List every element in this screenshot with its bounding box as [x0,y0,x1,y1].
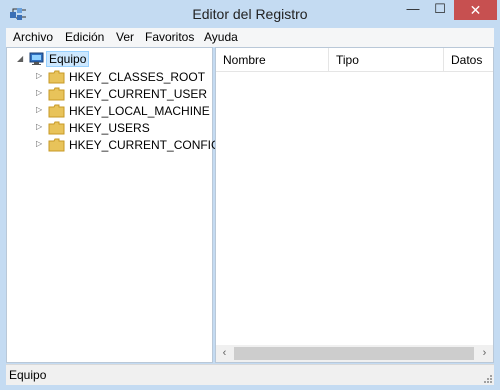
expand-arrow-icon[interactable]: ▷ [36,71,44,81]
folder-icon [48,138,65,152]
folder-icon [48,104,65,118]
column-header-nombre[interactable]: Nombre [216,48,329,72]
expand-arrow-icon[interactable]: ▷ [36,88,44,98]
menu-bar: Archivo Edición Ver Favoritos Ayuda [6,28,494,47]
tree-node-hklm[interactable]: ▷ HKEY_LOCAL_MACHINE [7,102,210,119]
status-path: Equipo [9,368,47,382]
collapse-arrow-icon[interactable]: ◢ [17,54,25,64]
computer-icon [29,52,44,65]
folder-icon [48,87,65,101]
tree-node-label[interactable]: HKEY_CLASSES_ROOT [69,70,205,84]
registry-tree-pane[interactable]: ◢ Equipo ▷ HKEY_CLASSES_ROOT ▷ HKEY_CURR… [6,47,220,363]
tree-node-hkcc[interactable]: ▷ HKEY_CURRENT_CONFIG [7,136,220,153]
column-header-tipo[interactable]: Tipo [329,48,444,72]
horizontal-scrollbar[interactable]: ‹ › [216,345,493,362]
tree-node-label[interactable]: HKEY_CURRENT_CONFIG [69,138,220,152]
tree-node-hkcr[interactable]: ▷ HKEY_CLASSES_ROOT [7,68,207,85]
column-header-datos[interactable]: Datos [444,48,493,72]
expand-arrow-icon[interactable]: ▷ [36,139,44,149]
resize-grip-icon[interactable] [482,373,492,383]
scroll-right-arrow-icon[interactable]: › [476,345,493,362]
title-bar[interactable]: Editor del Registro — ☐ ✕ [0,0,500,28]
folder-icon [48,70,65,84]
tree-node-hkcu[interactable]: ▷ HKEY_CURRENT_USER [7,85,207,102]
expand-arrow-icon[interactable]: ▷ [36,105,44,115]
status-bar: Equipo [6,364,494,385]
tree-node-equipo[interactable]: ◢ Equipo [7,51,207,68]
folder-icon [48,121,65,135]
maximize-button[interactable]: ☐ [427,0,453,20]
menu-archivo[interactable]: Archivo [13,30,53,44]
tree-node-label[interactable]: HKEY_LOCAL_MACHINE [69,104,210,118]
tree-root-label[interactable]: Equipo [46,51,90,67]
menu-favoritos[interactable]: Favoritos [145,30,194,44]
menu-ver[interactable]: Ver [116,30,134,44]
scroll-left-arrow-icon[interactable]: ‹ [216,345,233,362]
scrollbar-thumb[interactable] [234,347,474,360]
registry-editor-window: Editor del Registro — ☐ ✕ Archivo Edició… [0,0,500,390]
close-button[interactable]: ✕ [454,0,497,20]
menu-ayuda[interactable]: Ayuda [204,30,238,44]
values-list-pane[interactable]: Nombre Tipo Datos ‹ › [215,47,494,363]
expand-arrow-icon[interactable]: ▷ [36,122,44,132]
tree-node-label[interactable]: HKEY_CURRENT_USER [69,87,207,101]
tree-node-label[interactable]: HKEY_USERS [69,121,150,135]
minimize-button[interactable]: — [400,0,426,20]
menu-edicion[interactable]: Edición [65,30,104,44]
tree-node-hku[interactable]: ▷ HKEY_USERS [7,119,207,136]
